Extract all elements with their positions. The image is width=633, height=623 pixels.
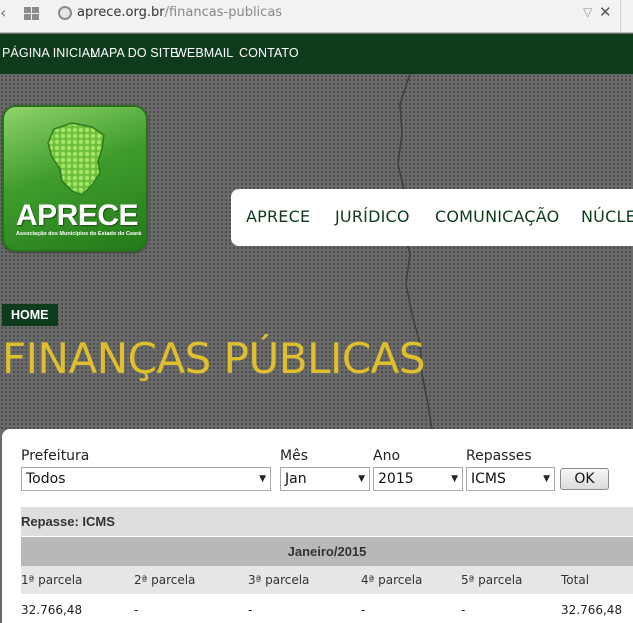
table-cell: - bbox=[461, 603, 466, 617]
repasses-select[interactable]: ICMS ▼ bbox=[466, 467, 555, 491]
url-path: /financas-publicas bbox=[164, 5, 283, 20]
chevron-down-icon: ▼ bbox=[358, 474, 365, 484]
mes-label: Mês bbox=[280, 448, 308, 464]
table-header-cell: 1ª parcela bbox=[21, 573, 83, 587]
mainnav-item-juridico[interactable]: JURÍDICO bbox=[335, 207, 410, 226]
table-header-cell: Total bbox=[561, 573, 590, 587]
aprece-logo[interactable]: APRECE Associação dos Municípios do Esta… bbox=[2, 105, 148, 252]
ano-label: Ano bbox=[373, 448, 401, 464]
ceara-map-icon bbox=[47, 122, 105, 196]
mainnav-item-aprece[interactable]: APRECE bbox=[246, 207, 310, 226]
chevron-down-icon: ▼ bbox=[451, 474, 458, 484]
page-title: FINANÇAS PÚBLICAS bbox=[2, 334, 426, 383]
ano-selected-value: 2015 bbox=[378, 471, 414, 487]
ok-button[interactable]: OK bbox=[560, 468, 609, 490]
globe-icon bbox=[58, 6, 72, 20]
table-cell: - bbox=[134, 603, 139, 617]
prefeitura-select[interactable]: Todos ▼ bbox=[21, 467, 271, 491]
table-header-cell: 4ª parcela bbox=[361, 573, 423, 587]
dropdown-triangle-icon[interactable]: ▽ bbox=[583, 5, 592, 19]
topnav-link-webmail[interactable]: WEBMAIL bbox=[175, 46, 233, 60]
breadcrumb[interactable]: HOME bbox=[2, 304, 58, 326]
period-header: Janeiro/2015 bbox=[21, 537, 633, 566]
main-navigation: APRECE JURÍDICO COMUNICAÇÃO NÚCLEO bbox=[231, 189, 633, 246]
table-cell: 32.766,48 bbox=[21, 603, 83, 617]
chevron-down-icon: ▼ bbox=[259, 474, 266, 484]
table-cell: - bbox=[248, 603, 253, 617]
topnav-link-mapa-do-site[interactable]: MAPA DO SITE bbox=[90, 46, 179, 60]
chevron-down-icon: ▼ bbox=[543, 474, 550, 484]
mes-select[interactable]: Jan ▼ bbox=[280, 467, 370, 491]
prefeitura-label: Prefeitura bbox=[21, 448, 90, 464]
top-navigation: PÁGINA INICIAL MAPA DO SITE WEBMAIL CONT… bbox=[0, 34, 633, 74]
table-header-row: 1ª parcela 2ª parcela 3ª parcela 4ª parc… bbox=[21, 566, 633, 594]
repasses-selected-value: ICMS bbox=[471, 471, 506, 487]
topnav-link-pagina-inicial[interactable]: PÁGINA INICIAL bbox=[2, 46, 97, 60]
table-header-cell: 5ª parcela bbox=[461, 573, 523, 587]
content-panel: Prefeitura Mês Ano Repasses Todos ▼ Jan … bbox=[2, 429, 633, 623]
prefeitura-selected-value: Todos bbox=[26, 471, 66, 487]
close-icon[interactable]: ✕ bbox=[599, 3, 612, 21]
mes-selected-value: Jan bbox=[285, 471, 307, 487]
divider bbox=[620, 0, 621, 33]
ano-select[interactable]: 2015 ▼ bbox=[373, 467, 463, 491]
topnav-link-contato[interactable]: CONTATO bbox=[239, 46, 299, 60]
table-cell: 32.766,48 bbox=[561, 603, 623, 617]
apps-grid-icon[interactable] bbox=[24, 5, 42, 21]
repasse-caption: Repasse: ICMS bbox=[21, 507, 633, 536]
url-text[interactable]: aprece.org.br/financas-publicas bbox=[77, 5, 282, 20]
url-host: aprece.org.br bbox=[77, 5, 165, 20]
repasses-label: Repasses bbox=[466, 448, 532, 464]
logo-subtitle: Associação dos Municípios do Estado do C… bbox=[16, 231, 142, 237]
mainnav-item-comunicacao[interactable]: COMUNICAÇÃO bbox=[435, 207, 559, 226]
browser-url-bar: ‹ aprece.org.br/financas-publicas ▽ ✕ bbox=[0, 0, 633, 33]
table-header-cell: 2ª parcela bbox=[134, 573, 196, 587]
mainnav-item-nucleo[interactable]: NÚCLEO bbox=[581, 207, 633, 226]
table-cell: - bbox=[361, 603, 366, 617]
logo-name: APRECE bbox=[16, 199, 139, 232]
table-row: 32.766,48 - - - - 32.766,48 bbox=[21, 594, 633, 623]
table-header-cell: 3ª parcela bbox=[248, 573, 310, 587]
back-arrow-icon[interactable]: ‹ bbox=[0, 4, 18, 22]
